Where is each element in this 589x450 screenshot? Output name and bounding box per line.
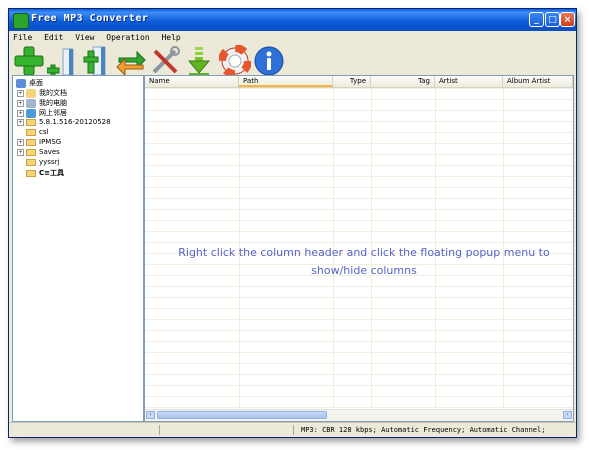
window-title: Free MP3 Converter (31, 13, 149, 24)
title-bar[interactable]: Free MP3 Converter _ □ × (9, 9, 576, 31)
menu-edit[interactable]: Edit (40, 31, 66, 42)
desktop-icon (16, 78, 26, 88)
toolbar (9, 44, 576, 79)
folder-icon (26, 138, 36, 146)
status-divider (159, 425, 160, 435)
folder-icon (26, 148, 36, 156)
tree-item-folder[interactable]: yyssrj (26, 158, 59, 168)
convert-icon (116, 50, 146, 77)
menu-file[interactable]: File (9, 31, 35, 42)
tools-icon (152, 46, 180, 74)
column-header-name[interactable]: Name (145, 76, 239, 87)
add-folder-button[interactable] (46, 45, 79, 77)
expand-icon[interactable]: + (17, 138, 24, 146)
columns-hint-text: Right click the column header and click … (178, 246, 550, 277)
tree-item-folder[interactable]: csl (26, 128, 48, 138)
expand-icon[interactable]: + (17, 148, 24, 156)
expand-icon[interactable]: + (17, 89, 24, 97)
expand-icon[interactable]: + (17, 99, 24, 107)
expand-icon[interactable]: + (17, 109, 24, 117)
app-window: Free MP3 Converter _ □ × File Edit View … (8, 8, 577, 438)
expand-icon[interactable]: + (17, 118, 24, 126)
minimize-button[interactable]: _ (529, 12, 544, 27)
tree-item-folder[interactable]: + IPMSG (17, 138, 61, 148)
download-icon (187, 47, 211, 76)
documents-icon (26, 88, 36, 98)
add-files-button[interactable] (13, 45, 45, 77)
column-header-tag[interactable]: Tag (371, 76, 435, 87)
folder-tree[interactable]: 桌面 + 我的文档 + 我的电脑 + 网上邻居 +5.8.1.516-20120528… (12, 75, 144, 422)
about-info-icon (254, 46, 284, 76)
horizontal-scrollbar[interactable]: ‹ › (145, 409, 573, 421)
tools-button[interactable] (149, 45, 181, 77)
scroll-left-icon[interactable]: ‹ (146, 411, 155, 419)
folder-icon (26, 169, 36, 177)
list-header[interactable]: Name Path Type Tag Artist Album Artist (145, 76, 573, 88)
close-button[interactable]: × (560, 12, 575, 27)
maximize-button[interactable]: □ (545, 12, 560, 27)
app-icon (13, 13, 29, 29)
status-divider (293, 425, 294, 435)
column-header-path[interactable]: Path (239, 76, 333, 87)
help-lifebuoy-icon (218, 44, 252, 78)
folder-icon (26, 158, 36, 166)
status-bar: MP3: CBR 128 kbps; Automatic Frequency; … (9, 422, 576, 437)
tree-item-documents[interactable]: + 我的文档 (17, 88, 67, 98)
menu-bar: File Edit View Operation Help (9, 31, 576, 45)
scroll-right-icon[interactable]: › (563, 411, 572, 419)
scrollbar-thumb[interactable] (157, 411, 327, 419)
tree-item-folder[interactable]: C≡工具 (26, 168, 64, 178)
network-icon (26, 108, 36, 118)
download-button[interactable] (183, 45, 215, 77)
tree-item-desktop[interactable]: 桌面 (16, 78, 43, 88)
column-header-album-artist[interactable]: Album Artist (503, 76, 573, 87)
tree-item-folder[interactable]: +5.8.1.516-20120528 (17, 118, 111, 128)
convert-button[interactable] (115, 45, 147, 77)
about-button[interactable] (253, 45, 285, 77)
tree-item-folder[interactable]: + Saves (17, 148, 60, 158)
remove-file-button[interactable] (81, 45, 113, 77)
menu-view[interactable]: View (71, 31, 97, 42)
add-folder-icon (46, 48, 74, 77)
column-header-type[interactable]: Type (333, 76, 371, 87)
menu-operation[interactable]: Operation (102, 31, 152, 42)
computer-icon (26, 98, 36, 108)
column-header-artist[interactable]: Artist (435, 76, 503, 87)
tree-item-network[interactable]: + 网上邻居 (17, 108, 67, 118)
folder-icon (26, 118, 36, 126)
file-list[interactable]: Name Path Type Tag Artist Album Artist R… (144, 75, 574, 422)
menu-help[interactable]: Help (157, 31, 183, 42)
help-button[interactable] (218, 44, 252, 78)
folder-icon (26, 128, 36, 136)
tree-item-computer[interactable]: + 我的电脑 (17, 98, 67, 108)
add-files-icon (14, 46, 44, 76)
remove-file-icon (83, 46, 106, 76)
status-text: MP3: CBR 128 kbps; Automatic Frequency; … (301, 426, 546, 434)
